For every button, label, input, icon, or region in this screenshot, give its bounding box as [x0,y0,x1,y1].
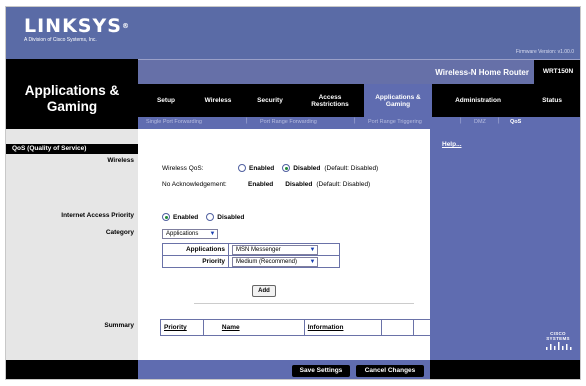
add-button[interactable]: Add [252,285,276,297]
linksys-logo: LINKSYS® A Division of Cisco Systems, In… [24,16,134,43]
wireless-qos-enabled-radio[interactable] [238,164,246,172]
subtab-single-port-forwarding[interactable]: Single Port Forwarding [146,119,202,125]
subtab-port-range-forwarding[interactable]: Port Range Forwarding [260,119,317,125]
firmware-version: Firmware Version: v1.00.0 [515,49,574,55]
product-bar: Wireless-N Home Router WRT150N [138,59,580,84]
application-priority-table: Applications MSN Messenger ▼ Priority Med… [162,243,340,268]
no-ack-row: No Acknowledgement: Enabled Disabled (De… [162,181,371,188]
subtab-dmz[interactable]: DMZ [474,119,486,125]
tab-wireless[interactable]: Wireless [194,84,242,117]
sub-nav: Single Port Forwarding | Port Range Forw… [138,117,580,129]
label-category: Category [105,229,134,236]
summary-header-name: Name [202,319,305,336]
summary-header-priority: Priority [160,319,204,336]
label-wireless: Wireless [107,157,134,164]
divider [194,303,414,304]
no-ack-enabled-option[interactable]: Enabled [248,181,273,188]
help-panel: Help... CISCO SYSTEMS [430,129,580,360]
no-ack-disabled-option[interactable]: Disabled [285,181,312,188]
tab-security[interactable]: Security [246,84,294,117]
qos-form: Wireless QoS: Enabled Disabled (Default:… [138,129,442,360]
chevron-down-icon: ▼ [308,257,317,266]
product-name: Wireless-N Home Router [435,68,529,77]
category-select[interactable]: Applications ▼ [162,229,218,239]
application-select[interactable]: MSN Messenger ▼ [232,244,318,255]
cisco-bars-icon [546,342,572,350]
help-link[interactable]: Help... [442,141,462,148]
subtab-port-range-triggering[interactable]: Port Range Triggering [368,119,422,125]
section-title: Applications & Gaming [6,59,138,129]
label-internet-access-priority: Internet Access Priority [61,212,134,219]
logo-tagline: A Division of Cisco Systems, Inc. [24,37,97,43]
tab-setup[interactable]: Setup [142,84,190,117]
tab-status[interactable]: Status [526,84,578,117]
priority-select[interactable]: Medium (Recommend) ▼ [232,256,318,267]
wireless-qos-row: Wireless QoS: Enabled Disabled (Default:… [162,164,379,172]
chevron-down-icon: ▼ [308,245,317,254]
model-number: WRT150N [534,60,580,84]
summary-header-information: Information [303,319,382,336]
save-settings-button[interactable]: Save Settings [292,365,350,377]
cancel-changes-button[interactable]: Cancel Changes [356,365,424,377]
priority-label: Priority [162,255,229,268]
tab-administration[interactable]: Administration [438,84,518,117]
iap-enabled-radio[interactable] [162,213,170,221]
applications-label: Applications [162,243,229,256]
chevron-down-icon: ▼ [208,230,217,238]
qos-heading: QoS (Quality of Service) [12,145,87,152]
wireless-qos-label: Wireless QoS: [162,164,204,172]
no-ack-label: No Acknowledgement: [162,181,227,188]
wireless-qos-disabled-radio[interactable] [282,164,291,172]
cisco-systems-logo: CISCO SYSTEMS [542,331,574,352]
top-banner: LINKSYS® A Division of Cisco Systems, In… [6,7,580,59]
subtab-qos[interactable]: QoS [510,119,521,125]
iap-disabled-radio[interactable] [206,213,215,221]
iap-row: Enabled Disabled [162,213,244,221]
summary-table: Priority Name Information [160,319,442,336]
label-summary: Summary [104,322,134,329]
tab-applications-gaming[interactable]: Applications & Gaming [364,84,432,117]
footer-bar: Save Settings Cancel Changes [6,360,430,379]
router-admin-page: LINKSYS® A Division of Cisco Systems, In… [5,6,581,380]
label-column: QoS (Quality of Service) Wireless Intern… [6,129,138,360]
main-nav: Setup Wireless Security Access Restrictio… [138,84,580,117]
tab-access-restrictions[interactable]: Access Restrictions [302,84,358,117]
